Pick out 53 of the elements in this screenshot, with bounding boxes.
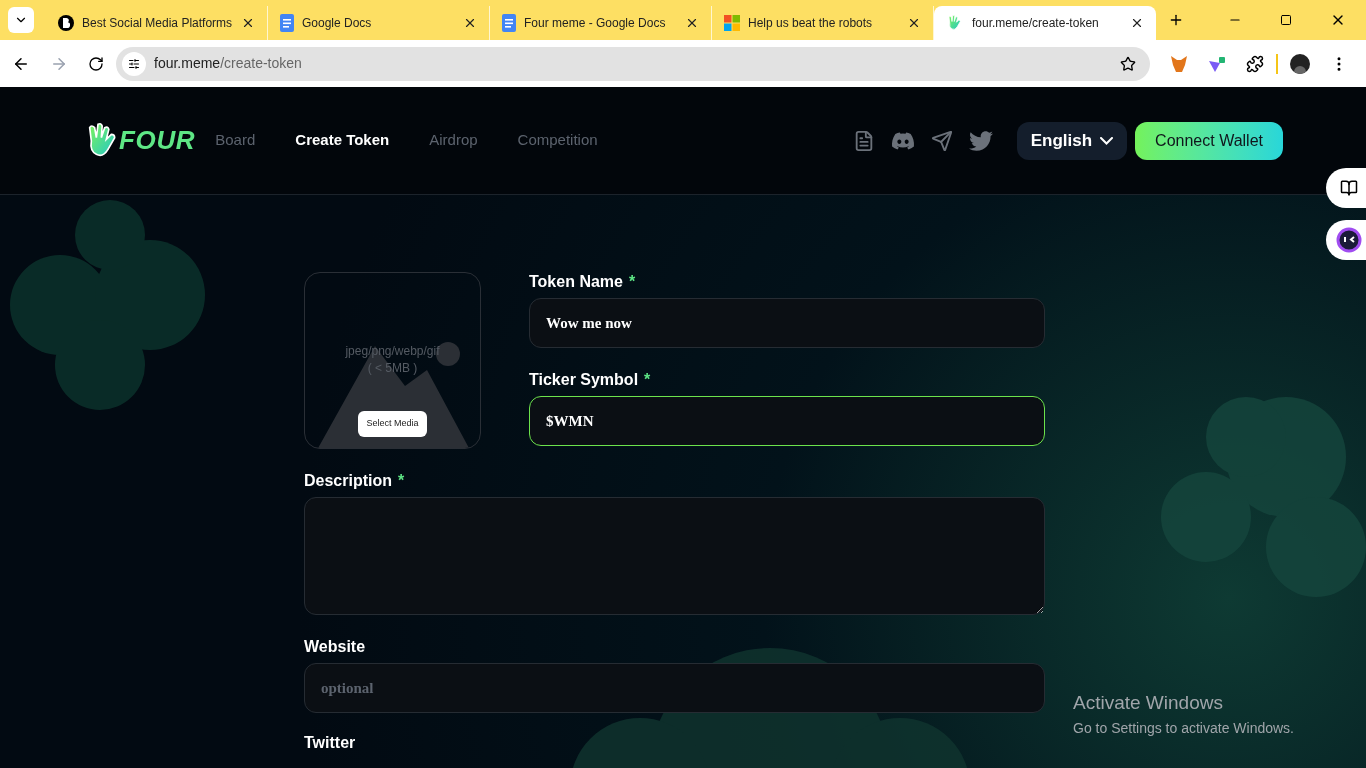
tab-title: four.meme/create-token xyxy=(972,15,1100,32)
windows-logo-icon xyxy=(724,15,740,31)
close-icon[interactable] xyxy=(463,16,477,30)
tab-title: Best Social Media Platforms xyxy=(82,15,233,32)
activation-subtitle: Go to Settings to activate Windows. xyxy=(1073,718,1294,738)
tab-search-button[interactable] xyxy=(8,7,34,33)
twitter-icon[interactable] xyxy=(968,128,993,153)
address-bar[interactable]: four.meme/create-token xyxy=(116,46,1150,81)
hand-icon xyxy=(946,14,964,32)
required-asterisk: * xyxy=(398,471,405,490)
document-icon xyxy=(502,14,516,32)
required-asterisk: * xyxy=(644,370,651,389)
text-input[interactable]: $WMN xyxy=(529,396,1045,446)
browser-tab[interactable]: four.meme/create-token xyxy=(934,6,1156,40)
text-input[interactable]: Wow me now xyxy=(529,298,1045,348)
chevron-down-icon xyxy=(1100,136,1114,145)
b-logo-icon xyxy=(58,15,74,31)
book-icon xyxy=(1340,179,1358,197)
field-label: Token Name xyxy=(529,272,623,291)
nav-link[interactable]: Create Token xyxy=(295,129,390,152)
fox-extension-icon[interactable] xyxy=(1170,54,1188,73)
close-icon[interactable] xyxy=(241,16,255,30)
profile-avatar[interactable] xyxy=(1290,53,1310,74)
document-icon xyxy=(280,14,294,32)
media-upload-area[interactable]: jpeg/png/webp/gif ( < 5MB ) Select Media xyxy=(304,272,481,449)
close-icon[interactable] xyxy=(1130,16,1144,30)
format-hint: jpeg/png/webp/gif ( < 5MB ) xyxy=(345,343,440,377)
language-dropdown[interactable]: English xyxy=(1016,121,1128,160)
connect-wallet-button[interactable]: Connect Wallet xyxy=(1135,121,1283,160)
activation-title: Activate Windows xyxy=(1073,691,1224,715)
restore-icon[interactable] xyxy=(1280,14,1292,26)
select-media-button[interactable]: Select Media xyxy=(358,411,427,437)
field-label: Ticker Symbol xyxy=(529,370,639,389)
tab-title: Help us beat the robots xyxy=(748,15,874,32)
new-tab-icon[interactable] xyxy=(1168,12,1184,28)
logo[interactable]: FOUR xyxy=(83,120,196,161)
extensions-icon[interactable] xyxy=(1246,54,1264,73)
chat-bot-button[interactable] xyxy=(1326,220,1366,260)
url-text: four.meme/create-token xyxy=(154,54,303,73)
book-button[interactable] xyxy=(1326,168,1366,208)
close-icon[interactable] xyxy=(685,16,699,30)
field-label: Twitter xyxy=(304,733,356,752)
text-input[interactable]: optional xyxy=(304,663,1045,713)
close-icon[interactable] xyxy=(907,16,921,30)
bookmark-star-icon[interactable] xyxy=(1120,55,1136,72)
required-asterisk: * xyxy=(628,272,636,291)
reload-icon[interactable] xyxy=(88,55,104,72)
tab-title: Google Docs xyxy=(302,15,373,32)
tab-title: Four meme - Google Docs xyxy=(524,15,667,32)
field-label: Description xyxy=(304,471,392,490)
field-label: Website xyxy=(304,637,366,656)
telegram-icon[interactable] xyxy=(930,129,953,152)
site-settings-icon[interactable] xyxy=(122,51,146,76)
